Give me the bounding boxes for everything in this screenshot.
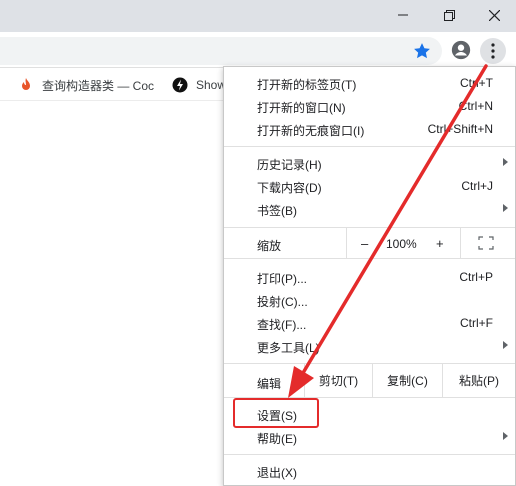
restore-icon: [443, 9, 455, 21]
menu-item-label: 打开新的无痕窗口(I): [257, 124, 365, 138]
menu-item-label: 打开新的窗口(N): [257, 101, 346, 115]
menu-item-incognito[interactable]: 打开新的无痕窗口(I) Ctrl+Shift+N: [224, 118, 515, 141]
cut-label: 剪切(T): [318, 374, 359, 388]
menu-item-label: 更多工具(L): [257, 341, 320, 355]
edit-row: 编辑 剪切(T) 复制(C) 粘贴(P): [224, 364, 515, 397]
menu-button[interactable]: [480, 38, 506, 64]
close-icon: [488, 9, 500, 21]
bookmark-label: 查询构造器类 — Coc: [42, 78, 155, 93]
menu-item-shortcut: Ctrl+P: [459, 270, 493, 284]
submenu-arrow-icon: [503, 204, 508, 212]
menu-item-more-tools[interactable]: 更多工具(L): [224, 335, 515, 358]
menu-item-label: 投射(C)...: [257, 295, 308, 309]
menu-item-label: 下载内容(D): [257, 181, 322, 195]
menu-item-bookmarks[interactable]: 书签(B): [224, 198, 515, 221]
bookmark-item[interactable]: 查询构造器类 — Coc: [18, 76, 154, 94]
menu-item-label: 书签(B): [257, 204, 297, 218]
flame-icon: [22, 78, 30, 90]
minimize-button[interactable]: [380, 0, 426, 30]
bookmark-item[interactable]: Show: [172, 76, 226, 94]
paste-button[interactable]: 粘贴(P): [442, 364, 515, 397]
profile-icon[interactable]: [450, 39, 472, 61]
fullscreen-icon[interactable]: [478, 236, 494, 250]
zoom-label: 缩放: [257, 239, 282, 253]
submenu-arrow-icon: [503, 158, 508, 166]
menu-item-label: 历史记录(H): [257, 158, 322, 172]
menu-item-shortcut: Ctrl+F: [460, 316, 493, 330]
kebab-menu-icon: [491, 43, 495, 59]
minimize-icon: [398, 14, 408, 16]
toolbar: [0, 32, 516, 68]
menu-item-shortcut: Ctrl+J: [461, 179, 493, 193]
menu-item-exit[interactable]: 退出(X): [224, 460, 515, 483]
close-button[interactable]: [471, 0, 516, 30]
submenu-arrow-icon: [503, 341, 508, 349]
menu-item-help[interactable]: 帮助(E): [224, 426, 515, 449]
annotation-highlight-box: [233, 398, 319, 428]
paste-label: 粘贴(P): [459, 374, 499, 388]
zoom-out-button[interactable]: –: [361, 236, 368, 251]
menu-item-shortcut: Ctrl+N: [458, 99, 493, 113]
cut-button[interactable]: 剪切(T): [304, 364, 372, 397]
title-bar: [0, 0, 516, 32]
zoom-divider: [460, 228, 461, 258]
menu-divider: [224, 146, 515, 147]
menu-item-label: 查找(F)...: [257, 318, 307, 332]
menu-item-history[interactable]: 历史记录(H): [224, 152, 515, 175]
menu-item-find[interactable]: 查找(F)... Ctrl+F: [224, 312, 515, 335]
menu-item-downloads[interactable]: 下载内容(D) Ctrl+J: [224, 175, 515, 198]
menu-item-shortcut: Ctrl+Shift+N: [427, 122, 493, 136]
copy-label: 复制(C): [387, 374, 428, 388]
zoom-row: 缩放 – 100% +: [224, 228, 515, 258]
menu-item-label: 打开新的标签页(T): [257, 78, 357, 92]
copy-button[interactable]: 复制(C): [372, 364, 442, 397]
menu-divider: [224, 258, 515, 259]
menu-item-label: 帮助(E): [257, 432, 297, 446]
menu-divider: [224, 454, 515, 455]
bookmark-star-icon[interactable]: [412, 41, 432, 61]
menu-item-shortcut: Ctrl+T: [460, 76, 493, 90]
menu-item-label: 退出(X): [257, 466, 297, 480]
menu-item-label: 打印(P)...: [257, 272, 307, 286]
bookmark-label: Show: [196, 78, 227, 92]
submenu-arrow-icon: [503, 432, 508, 440]
menu-item-new-window[interactable]: 打开新的窗口(N) Ctrl+N: [224, 95, 515, 118]
restore-button[interactable]: [426, 0, 472, 30]
menu-item-print[interactable]: 打印(P)... Ctrl+P: [224, 266, 515, 289]
zoom-divider: [346, 228, 347, 258]
zoom-level: 100%: [386, 237, 417, 251]
edit-label: 编辑: [257, 377, 282, 391]
address-bar[interactable]: [0, 37, 442, 65]
menu-item-cast[interactable]: 投射(C)...: [224, 289, 515, 312]
zoom-in-button[interactable]: +: [436, 236, 444, 251]
menu-item-new-tab[interactable]: 打开新的标签页(T) Ctrl+T: [224, 72, 515, 95]
bolt-icon: [172, 77, 188, 93]
